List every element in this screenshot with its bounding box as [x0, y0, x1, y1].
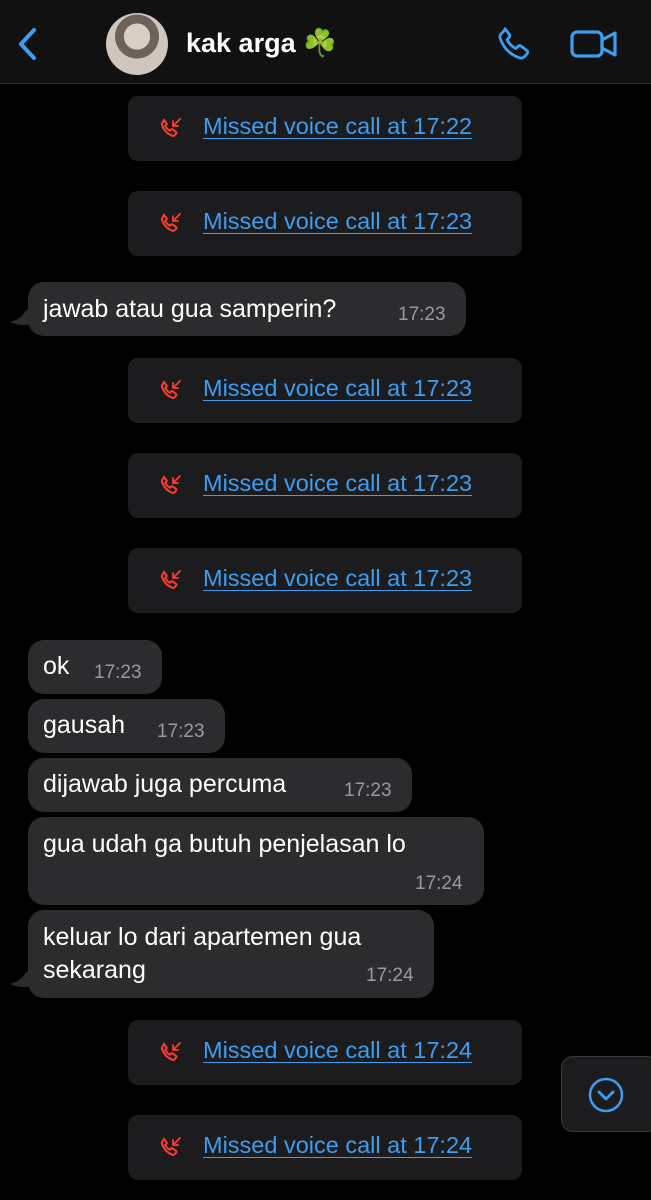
missed-call-bubble: Missed voice call at 17:22: [128, 96, 522, 161]
message-text-line-2: sekarang: [43, 956, 146, 984]
missed-call-icon: [160, 118, 181, 137]
missed-call-icon: [160, 380, 181, 399]
message-bubble[interactable]: gausah 17:23: [28, 699, 225, 753]
missed-call-icon: [160, 1137, 181, 1156]
missed-call-bubble: Missed voice call at 17:24: [128, 1115, 522, 1180]
message-time: 17:23: [157, 721, 205, 742]
missed-call-label[interactable]: Missed voice call at 17:24: [203, 1037, 472, 1064]
missed-call-icon: [160, 570, 181, 589]
message-bubble[interactable]: keluar lo dari apartemen gua sekarang 17…: [28, 910, 434, 998]
missed-call-bubble: Missed voice call at 17:23: [128, 453, 522, 518]
message-bubble[interactable]: jawab atau gua samperin? 17:23: [28, 282, 466, 336]
missed-call-bubble: Missed voice call at 17:24: [128, 1020, 522, 1085]
missed-call-label[interactable]: Missed voice call at 17:24: [203, 1132, 472, 1159]
message-time: 17:24: [366, 965, 414, 986]
message-text: jawab atau gua samperin?: [43, 295, 337, 323]
message-text: ok: [43, 652, 70, 680]
back-chevron-icon[interactable]: [12, 24, 44, 64]
message-bubble[interactable]: gua udah ga butuh penjelasan lo 17:24: [28, 817, 484, 905]
message-text: gausah: [43, 711, 126, 739]
bubble-tail: [10, 310, 34, 326]
missed-call-label[interactable]: Missed voice call at 17:23: [203, 375, 472, 402]
video-call-icon[interactable]: [569, 26, 619, 62]
missed-call-icon: [160, 213, 181, 232]
missed-call-bubble: Missed voice call at 17:23: [128, 358, 522, 423]
missed-call-label[interactable]: Missed voice call at 17:23: [203, 208, 472, 235]
message-bubble[interactable]: ok 17:23: [28, 640, 162, 694]
message-bubble[interactable]: dijawab juga percuma 17:23: [28, 758, 412, 812]
message-text: gua udah ga butuh penjelasan lo: [43, 830, 406, 858]
message-time: 17:24: [415, 873, 463, 894]
missed-call-label[interactable]: Missed voice call at 17:23: [203, 565, 472, 592]
bubble-tail: [10, 972, 34, 988]
chat-header: kak arga ☘️: [0, 0, 651, 84]
chevron-down-circle-icon: [588, 1077, 624, 1113]
missed-call-icon: [160, 1042, 181, 1061]
message-time: 17:23: [398, 304, 446, 325]
scroll-to-bottom-button[interactable]: [561, 1056, 651, 1132]
missed-call-icon: [160, 475, 181, 494]
contact-avatar[interactable]: [106, 13, 168, 75]
message-time: 17:23: [94, 662, 142, 683]
missed-call-bubble: Missed voice call at 17:23: [128, 191, 522, 256]
missed-call-label[interactable]: Missed voice call at 17:23: [203, 470, 472, 497]
contact-name[interactable]: kak arga ☘️: [186, 27, 337, 59]
voice-call-icon[interactable]: [494, 24, 534, 64]
missed-call-bubble: Missed voice call at 17:23: [128, 548, 522, 613]
message-time: 17:23: [344, 780, 392, 801]
message-text-line-1: keluar lo dari apartemen gua: [43, 923, 362, 951]
message-text: dijawab juga percuma: [43, 770, 287, 798]
missed-call-label[interactable]: Missed voice call at 17:22: [203, 113, 472, 140]
